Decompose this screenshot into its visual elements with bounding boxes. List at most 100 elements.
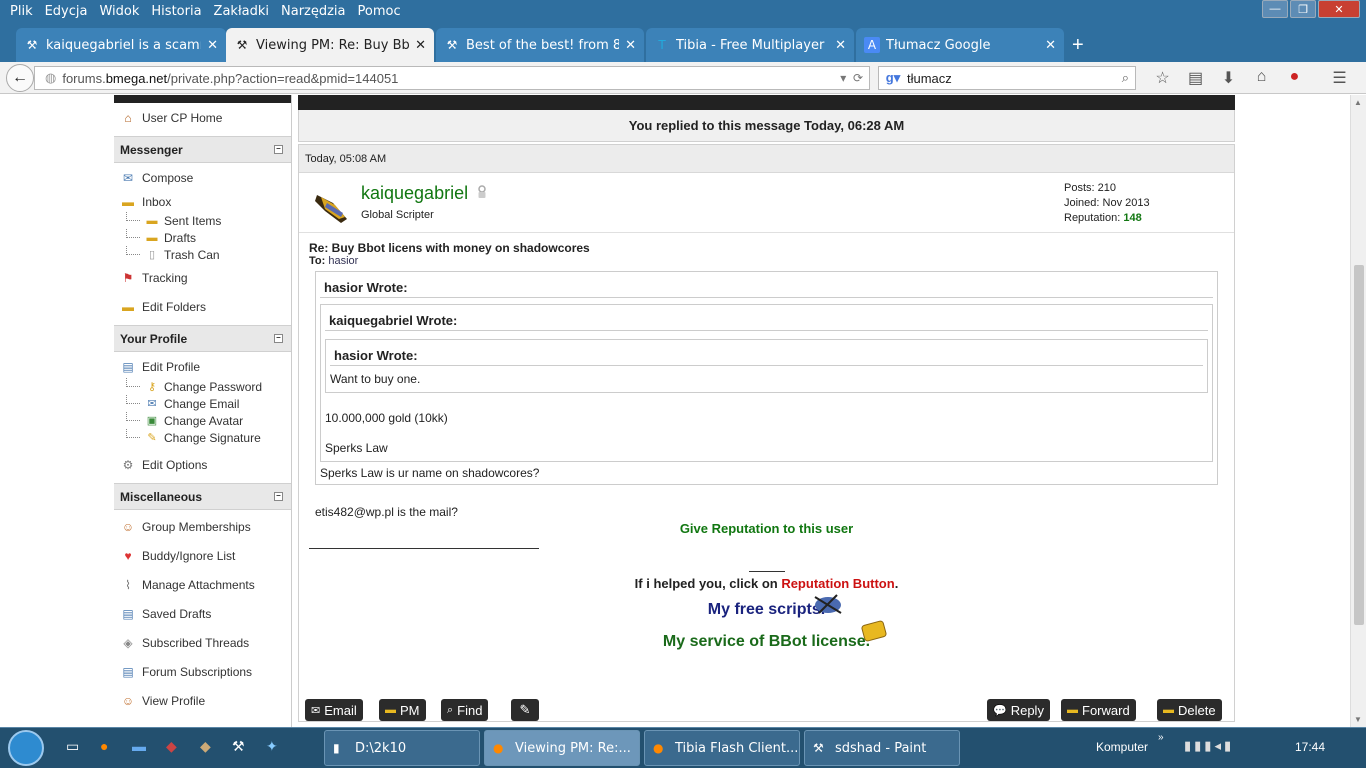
menu-tools[interactable]: Narzędzia [281,4,346,19]
sidebar-item-drafts[interactable]: ▬ Drafts [114,229,291,246]
sidebar-item-label: Saved Drafts [142,606,212,621]
sidebar-item-edit-profile[interactable]: ▤ Edit Profile [114,356,291,378]
system-tray-icons[interactable]: ▮▮▮◂▮ [1184,738,1234,754]
back-button[interactable]: ← [6,64,34,92]
sidebar-item-forum-subscriptions[interactable]: ▤ Forum Subscriptions [114,657,291,686]
collapse-icon[interactable]: – [274,145,283,154]
expand-toolbar-icon[interactable]: » [1158,732,1164,743]
new-tab-button[interactable]: + [1072,34,1084,57]
game-icon[interactable]: ◆ [166,738,177,755]
sidebar-item-change-password[interactable]: ⚷ Change Password [114,378,291,395]
quote-outer: hasior Wrote: kaiquegabriel Wrote: hasio… [315,271,1218,485]
scroll-down-icon[interactable]: ▼ [1354,715,1362,724]
close-tab-icon[interactable]: ✕ [415,38,426,53]
sidebar-item-manage-attachments[interactable]: ⌇ Manage Attachments [114,570,291,599]
scroll-up-icon[interactable]: ▲ [1354,98,1362,107]
taskbar-item-tibia[interactable]: ● Tibia Flash Client... [644,730,800,766]
bbot-license-link[interactable]: My service of BBot license. [663,633,870,650]
firefox-icon[interactable]: ● [100,738,108,754]
sidebar-item-group-memberships[interactable]: ☺ Group Memberships [114,512,291,541]
menu-help[interactable]: Pomoc [358,4,401,19]
sidebar-item-edit-folders[interactable]: ▬ Edit Folders [114,292,291,321]
user-stats: Posts: 210 Joined: Nov 2013 Reputation: … [1064,181,1150,226]
search-magnifier-icon[interactable]: ⌕ [1122,70,1129,86]
to-user[interactable]: hasior [328,255,358,267]
maximize-button[interactable]: ❐ [1290,0,1316,18]
tab-tibia[interactable]: T Tibia - Free Multiplayer On... ✕ [646,28,854,62]
sidebar-item-inbox[interactable]: ▬ Inbox [114,192,291,212]
collapse-icon[interactable]: – [274,492,283,501]
sidebar-item-view-profile[interactable]: ☺ View Profile [114,686,291,715]
reload-icon[interactable]: ▾ ⟳ [840,71,863,85]
tools-icon[interactable]: ⚒ [232,738,245,755]
tree-line [126,246,140,255]
clock[interactable]: 17:44 [1295,740,1325,754]
taskbar-item-paint[interactable]: ⚒ sdshad - Paint [804,730,960,766]
menu-view[interactable]: Widok [99,4,139,19]
give-reputation-link[interactable]: Give Reputation to this user [299,521,1234,536]
report-button[interactable]: ✎ [511,699,539,721]
sidebar-item-usercp-home[interactable]: ⌂ User CP Home [114,103,291,132]
monitor-icon[interactable]: ▬ [132,738,146,754]
collapse-icon[interactable]: – [274,334,283,343]
search-box[interactable]: g▾ tłumacz ⌕ [878,66,1136,90]
sidebar-item-saved-drafts[interactable]: ▤ Saved Drafts [114,599,291,628]
bookmark-star-icon[interactable]: ☆ [1146,68,1179,88]
close-tab-icon[interactable]: ✕ [625,38,636,53]
menu-icon[interactable]: ☰ [1323,68,1356,88]
network-app-icon[interactable]: ✦ [266,738,278,755]
email-button[interactable]: ✉ Email [305,699,363,721]
forward-button[interactable]: ▬ Forward [1061,699,1136,721]
minimize-button[interactable]: — [1262,0,1288,18]
sidebar-item-edit-options[interactable]: ⚙ Edit Options [114,450,291,479]
tray-toolbar-label[interactable]: Komputer [1096,740,1148,754]
adblock-icon[interactable]: ● [1278,68,1311,88]
menu-history[interactable]: Historia [151,4,201,19]
firefox-icon: ● [493,741,504,755]
sidebar-item-change-email[interactable]: ✉ Change Email [114,395,291,412]
page-scrollbar[interactable]: ▲ ▼ [1350,95,1366,727]
taskbar-item-firefox[interactable]: ● Viewing PM: Re:... [484,730,640,766]
taskbar-item-explorer[interactable]: ▮ D:\2k10 [324,730,480,766]
menu-bookmarks[interactable]: Zakładki [214,4,269,19]
tab-best-of[interactable]: ⚒ Best of the best! from 8 ... ✕ [436,28,644,62]
address-bar[interactable]: ◍ forums. bmega.net/private.php?action=re… [34,66,870,90]
sidebar-item-change-signature[interactable]: ✎ Change Signature [114,429,291,446]
tracking-icon: ⚑ [122,270,134,285]
google-icon[interactable]: g▾ [879,67,907,89]
sidebar-item-buddy-list[interactable]: ♥ Buddy/Ignore List [114,541,291,570]
delete-button[interactable]: ▬ Delete [1157,699,1222,721]
close-window-button[interactable]: ✕ [1318,0,1360,18]
free-scripts-link[interactable]: My free scripts. [708,601,825,618]
sidebar-item-change-avatar[interactable]: ▣ Change Avatar [114,412,291,429]
find-button[interactable]: ⌕ Find [441,699,489,721]
close-tab-icon[interactable]: ✕ [835,38,846,53]
sidebar-item-sent-items[interactable]: ▬ Sent Items [114,212,291,229]
download-icon[interactable]: ⬇ [1212,68,1245,88]
search-input[interactable]: tłumacz [907,71,952,86]
scrollbar-thumb[interactable] [1354,265,1364,625]
app-icon[interactable]: ◆ [200,738,211,755]
bookmarks-list-icon[interactable]: ▤ [1179,68,1212,88]
signature-divider [309,548,539,549]
reply-button[interactable]: 💬 Reply [987,699,1050,721]
sidebar-item-subscribed-threads[interactable]: ◈ Subscribed Threads [114,628,291,657]
sidebar-item-label: Sent Items [164,213,222,228]
menu-edit[interactable]: Edycja [45,4,88,19]
tab-google-translate[interactable]: A Tłumacz Google ✕ [856,28,1064,62]
tab-scammer[interactable]: ⚒ kaiquegabriel is a scammer? ✕ [16,28,226,62]
username-link[interactable]: kaiquegabriel [361,183,468,204]
menu-file[interactable]: Plik [10,4,33,19]
sidebar-top-bar [114,95,291,103]
reputation-button-link[interactable]: Reputation Button [781,576,894,591]
sidebar-item-tracking[interactable]: ⚑ Tracking [114,263,291,292]
sidebar-item-compose[interactable]: ✉ Compose [114,163,291,192]
sidebar-item-trash-can[interactable]: ▯ Trash Can [114,246,291,263]
close-tab-icon[interactable]: ✕ [1045,38,1056,53]
home-icon[interactable]: ⌂ [1245,68,1278,88]
tab-viewing-pm[interactable]: ⚒ Viewing PM: Re: Buy Bbo... ✕ [226,28,434,62]
start-button[interactable] [8,730,44,766]
show-desktop-icon[interactable]: ▭ [66,738,79,755]
pm-button[interactable]: ▬ PM [379,699,426,721]
close-tab-icon[interactable]: ✕ [207,38,218,53]
